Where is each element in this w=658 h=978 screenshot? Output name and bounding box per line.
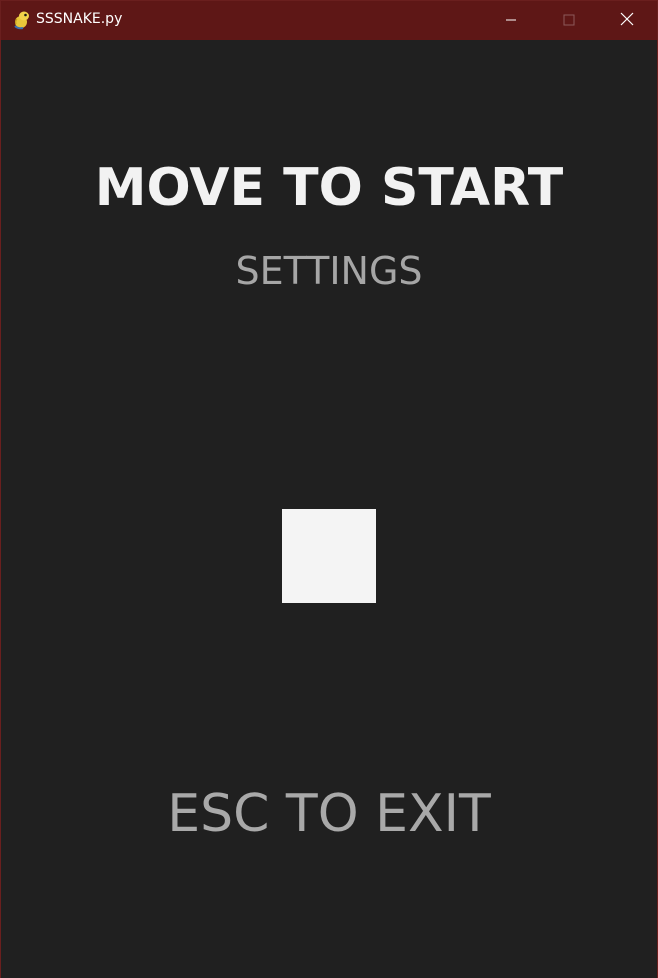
exit-prompt: ESC TO EXIT	[167, 784, 491, 844]
close-button[interactable]	[598, 1, 656, 40]
minimize-icon	[505, 11, 517, 30]
window-title: SSSNAKE.py	[36, 11, 123, 27]
minimize-button[interactable]	[482, 1, 540, 40]
start-prompt: MOVE TO START	[94, 158, 564, 218]
snake-head-block	[282, 509, 376, 603]
maximize-button[interactable]	[540, 1, 598, 40]
game-window: SSSNAKE.py MOVE TO START SETTINGS ESC TO…	[0, 0, 658, 978]
maximize-icon	[563, 11, 575, 30]
settings-option[interactable]: SETTINGS	[1, 249, 657, 293]
game-canvas[interactable]: MOVE TO START SETTINGS ESC TO EXIT	[1, 40, 657, 978]
close-icon	[620, 11, 634, 30]
python-snake-icon	[12, 10, 32, 30]
title-bar[interactable]: SSSNAKE.py	[1, 1, 657, 40]
